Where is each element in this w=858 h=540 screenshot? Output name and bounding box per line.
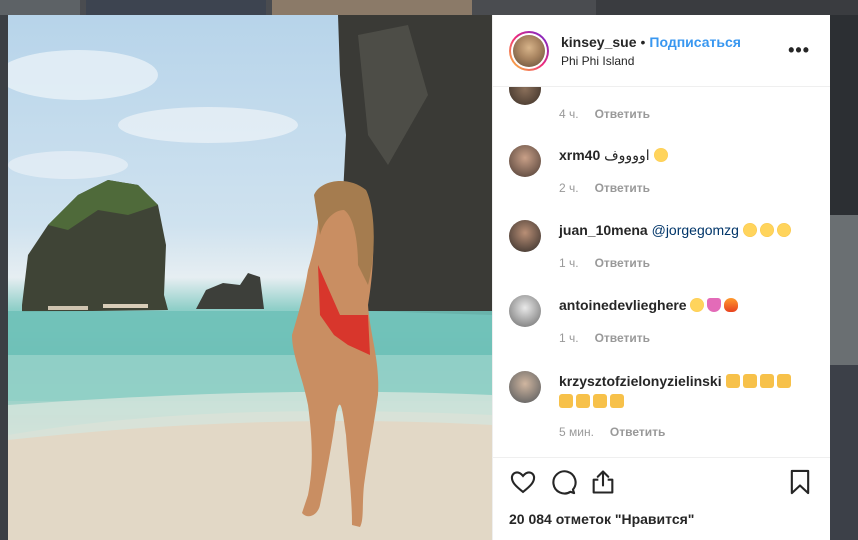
comment-avatar[interactable]: [509, 295, 541, 327]
more-options-icon[interactable]: •••: [784, 40, 814, 61]
comments-list: 4 ч. Ответить xrm40 اووووف 2 ч. Ответить: [493, 87, 830, 457]
comment-time: 1 ч.: [559, 256, 579, 270]
feed-tile: [830, 365, 858, 540]
comment-time: 4 ч.: [559, 107, 579, 121]
comment-item: antoinedevlieghere: [509, 295, 814, 327]
comment-time: 5 мин.: [559, 425, 594, 439]
pink-heart-emoji-icon: [707, 298, 722, 312]
comment-item: [509, 87, 814, 105]
comment-username[interactable]: antoinedevlieghere: [559, 297, 687, 313]
likes-count[interactable]: 20 084 отметок "Нравится": [509, 511, 694, 527]
beach-scene: [8, 15, 492, 540]
comment-time: 2 ч.: [559, 181, 579, 195]
feed-tile: [86, 0, 266, 15]
comment-icon[interactable]: [549, 468, 577, 496]
comment-item: krzysztofzielonyzielinski: [509, 371, 814, 411]
raising-hands-emoji-icon: [725, 374, 740, 388]
comment-time: 1 ч.: [559, 331, 579, 345]
heart-icon[interactable]: [509, 468, 537, 496]
comment-meta: 2 ч. Ответить: [559, 181, 650, 195]
comment-username[interactable]: krzysztofzielonyzielinski: [559, 373, 722, 389]
comment-avatar[interactable]: [509, 220, 541, 252]
feed-tile: [272, 0, 472, 15]
reply-button[interactable]: Ответить: [610, 425, 665, 439]
heart-eyes-emoji-icon: [690, 298, 705, 312]
comment-meta: 5 мин. Ответить: [559, 425, 665, 439]
post-location[interactable]: Phi Phi Island: [561, 54, 784, 68]
heart-eyes-emoji-icon: [653, 148, 668, 162]
raising-hands-emoji-icon: [576, 394, 590, 408]
comment-meta: 4 ч. Ответить: [559, 107, 650, 121]
post-photo[interactable]: [8, 15, 492, 540]
comment-avatar[interactable]: [509, 145, 541, 177]
post-username[interactable]: kinsey_sue: [561, 34, 637, 50]
comment-meta: 1 ч. Ответить: [559, 256, 650, 270]
comment-username[interactable]: juan_10mena: [559, 222, 648, 238]
feed-tile: [0, 15, 8, 540]
raising-hands-emoji-icon: [776, 374, 791, 388]
feed-tile: [596, 0, 858, 15]
comment-username[interactable]: xrm40: [559, 147, 600, 163]
reply-button[interactable]: Ответить: [595, 256, 650, 270]
feed-tile: [830, 15, 858, 215]
avatar[interactable]: [509, 30, 549, 71]
comment-mention[interactable]: @jorgegomzg: [652, 222, 739, 238]
post-footer: 20 084 отметок "Нравится": [493, 457, 830, 540]
header-text: kinsey_sue • Подписаться Phi Phi Island: [561, 34, 784, 68]
post-header: kinsey_sue • Подписаться Phi Phi Island …: [493, 15, 830, 87]
avatar-image: [513, 34, 545, 67]
action-bar: [509, 468, 617, 496]
comment-item: juan_10mena @jorgegomzg: [509, 220, 814, 252]
reply-button[interactable]: Ответить: [595, 331, 650, 345]
comment-item: xrm40 اووووف: [509, 145, 814, 177]
raising-hands-emoji-icon: [742, 374, 757, 388]
separator-dot: •: [640, 33, 646, 50]
rofl-emoji-icon: [757, 221, 776, 239]
bookmark-icon[interactable]: [786, 468, 814, 496]
rofl-emoji-icon: [774, 221, 793, 239]
comment-text: اووووف: [604, 147, 650, 163]
raising-hands-emoji-icon: [610, 394, 624, 408]
comment-avatar[interactable]: [509, 87, 541, 105]
rofl-emoji-icon: [740, 221, 759, 239]
raising-hands-emoji-icon: [559, 394, 573, 408]
comment-avatar[interactable]: [509, 371, 541, 403]
raising-hands-emoji-icon: [593, 394, 607, 408]
feed-tile: [0, 0, 80, 15]
reply-button[interactable]: Ответить: [595, 181, 650, 195]
fire-emoji-icon: [724, 298, 739, 312]
post-modal: kinsey_sue • Подписаться Phi Phi Island …: [8, 15, 830, 540]
share-icon[interactable]: [589, 468, 617, 496]
post-sidebar: kinsey_sue • Подписаться Phi Phi Island …: [492, 15, 830, 540]
comment-meta: 1 ч. Ответить: [559, 331, 650, 345]
feed-tile: [830, 215, 858, 365]
follow-button[interactable]: Подписаться: [649, 34, 741, 50]
raising-hands-emoji-icon: [759, 374, 774, 388]
reply-button[interactable]: Ответить: [595, 107, 650, 121]
